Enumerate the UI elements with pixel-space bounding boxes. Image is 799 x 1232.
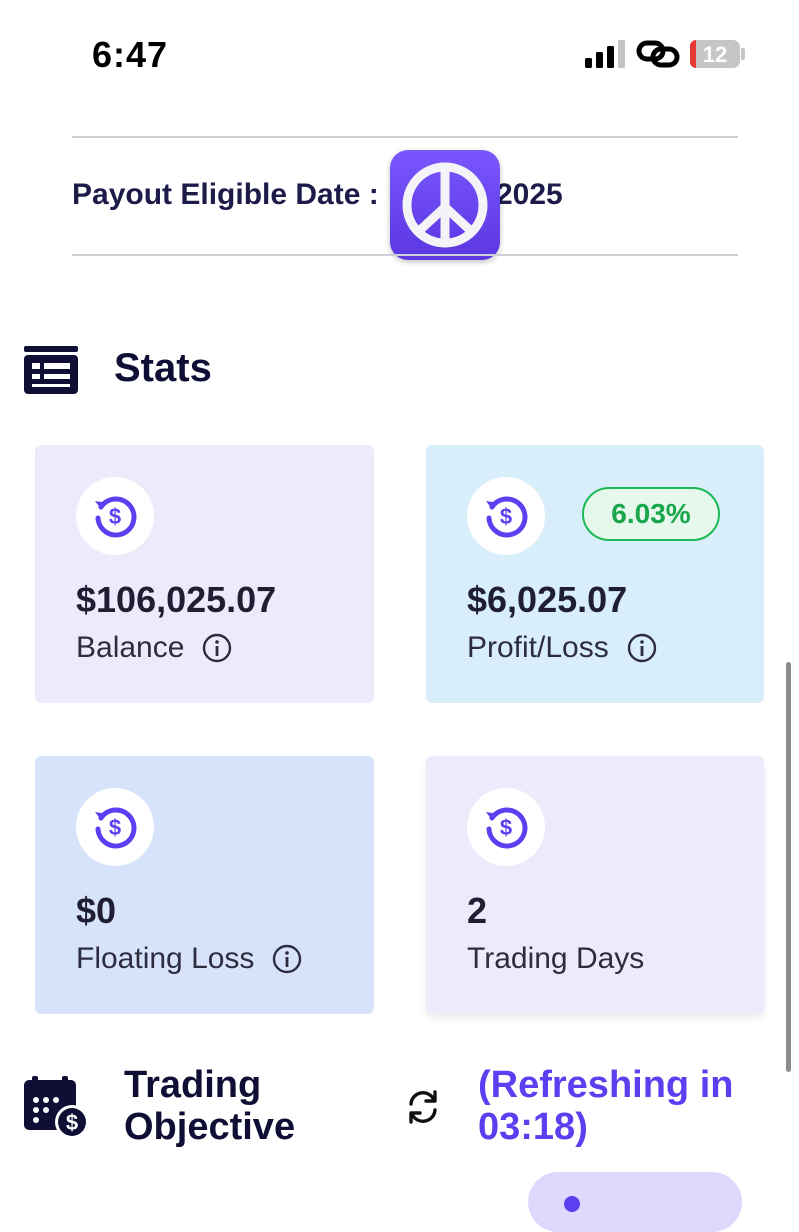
- payout-eligible-date-value: 2025: [496, 178, 563, 211]
- cellular-signal-icon: [585, 40, 625, 68]
- profit-loss-label: Profit/Loss: [467, 631, 609, 664]
- trading-days-value: 2: [467, 890, 488, 931]
- floating-loss-label-row: Floating Loss: [76, 942, 302, 976]
- battery-percent: 12: [702, 42, 728, 67]
- profit-percent-badge: 6.03%: [582, 487, 720, 541]
- status-dot-icon: [564, 1196, 580, 1212]
- divider-top: [72, 136, 738, 138]
- svg-text:$: $: [66, 1110, 78, 1135]
- refresh-countdown-line1: (Refreshing in: [478, 1064, 734, 1106]
- refresh-countdown: (Refreshing in 03:18): [478, 1064, 798, 1148]
- trading-days-label-row: Trading Days: [467, 942, 644, 976]
- trading-days-label: Trading Days: [467, 942, 645, 975]
- stats-heading: Stats: [114, 346, 212, 390]
- refresh-icon[interactable]: [404, 1088, 442, 1126]
- info-icon[interactable]: [627, 633, 657, 663]
- trading-objective-line2: Objective: [124, 1106, 296, 1148]
- info-icon[interactable]: [202, 633, 232, 663]
- balance-label: Balance: [76, 631, 185, 664]
- dollar-refresh-icon: $: [467, 477, 545, 555]
- dollar-refresh-icon: $: [467, 788, 545, 866]
- info-icon[interactable]: [272, 944, 302, 974]
- objective-status-pill: [528, 1172, 742, 1232]
- floating-loss-label: Floating Loss: [76, 942, 255, 975]
- status-time: 6:47: [92, 34, 169, 75]
- floating-loss-value: $0: [76, 890, 117, 931]
- balance-label-row: Balance: [76, 631, 232, 665]
- profit-loss-label-row: Profit/Loss: [467, 631, 657, 665]
- refresh-countdown-line2: 03:18): [478, 1106, 588, 1148]
- balance-value: $106,025.07: [76, 579, 277, 620]
- balance-card: $ $106,025.07 Balance: [35, 445, 374, 703]
- trading-objective-line1: Trading: [124, 1064, 262, 1106]
- svg-text:$: $: [109, 504, 121, 529]
- svg-text:$: $: [109, 815, 121, 840]
- profit-loss-card: $ 6.03% $6,025.07 Profit/Loss: [426, 445, 764, 703]
- trading-objective-heading: Trading Objective: [124, 1064, 354, 1148]
- divider-bottom: [72, 254, 738, 256]
- scrollbar[interactable]: [786, 662, 791, 1072]
- trading-days-card: $ 2 Trading Days: [426, 756, 764, 1014]
- calendar-dollar-icon: $: [24, 1076, 89, 1139]
- battery-indicator: 12: [690, 40, 740, 68]
- svg-text:$: $: [500, 504, 512, 529]
- svg-text:$: $: [500, 815, 512, 840]
- dollar-refresh-icon: $: [76, 788, 154, 866]
- personal-hotspot-icon: [636, 40, 680, 68]
- dollar-refresh-icon: $: [76, 477, 154, 555]
- payout-eligible-date-label: Payout Eligible Date :: [72, 178, 379, 211]
- profit-loss-value: $6,025.07: [467, 579, 628, 620]
- battery-cap: [741, 48, 745, 60]
- floating-loss-card: $ $0 Floating Loss: [35, 756, 374, 1014]
- stats-card-icon: [24, 346, 78, 394]
- peace-sign-icon: [390, 150, 500, 260]
